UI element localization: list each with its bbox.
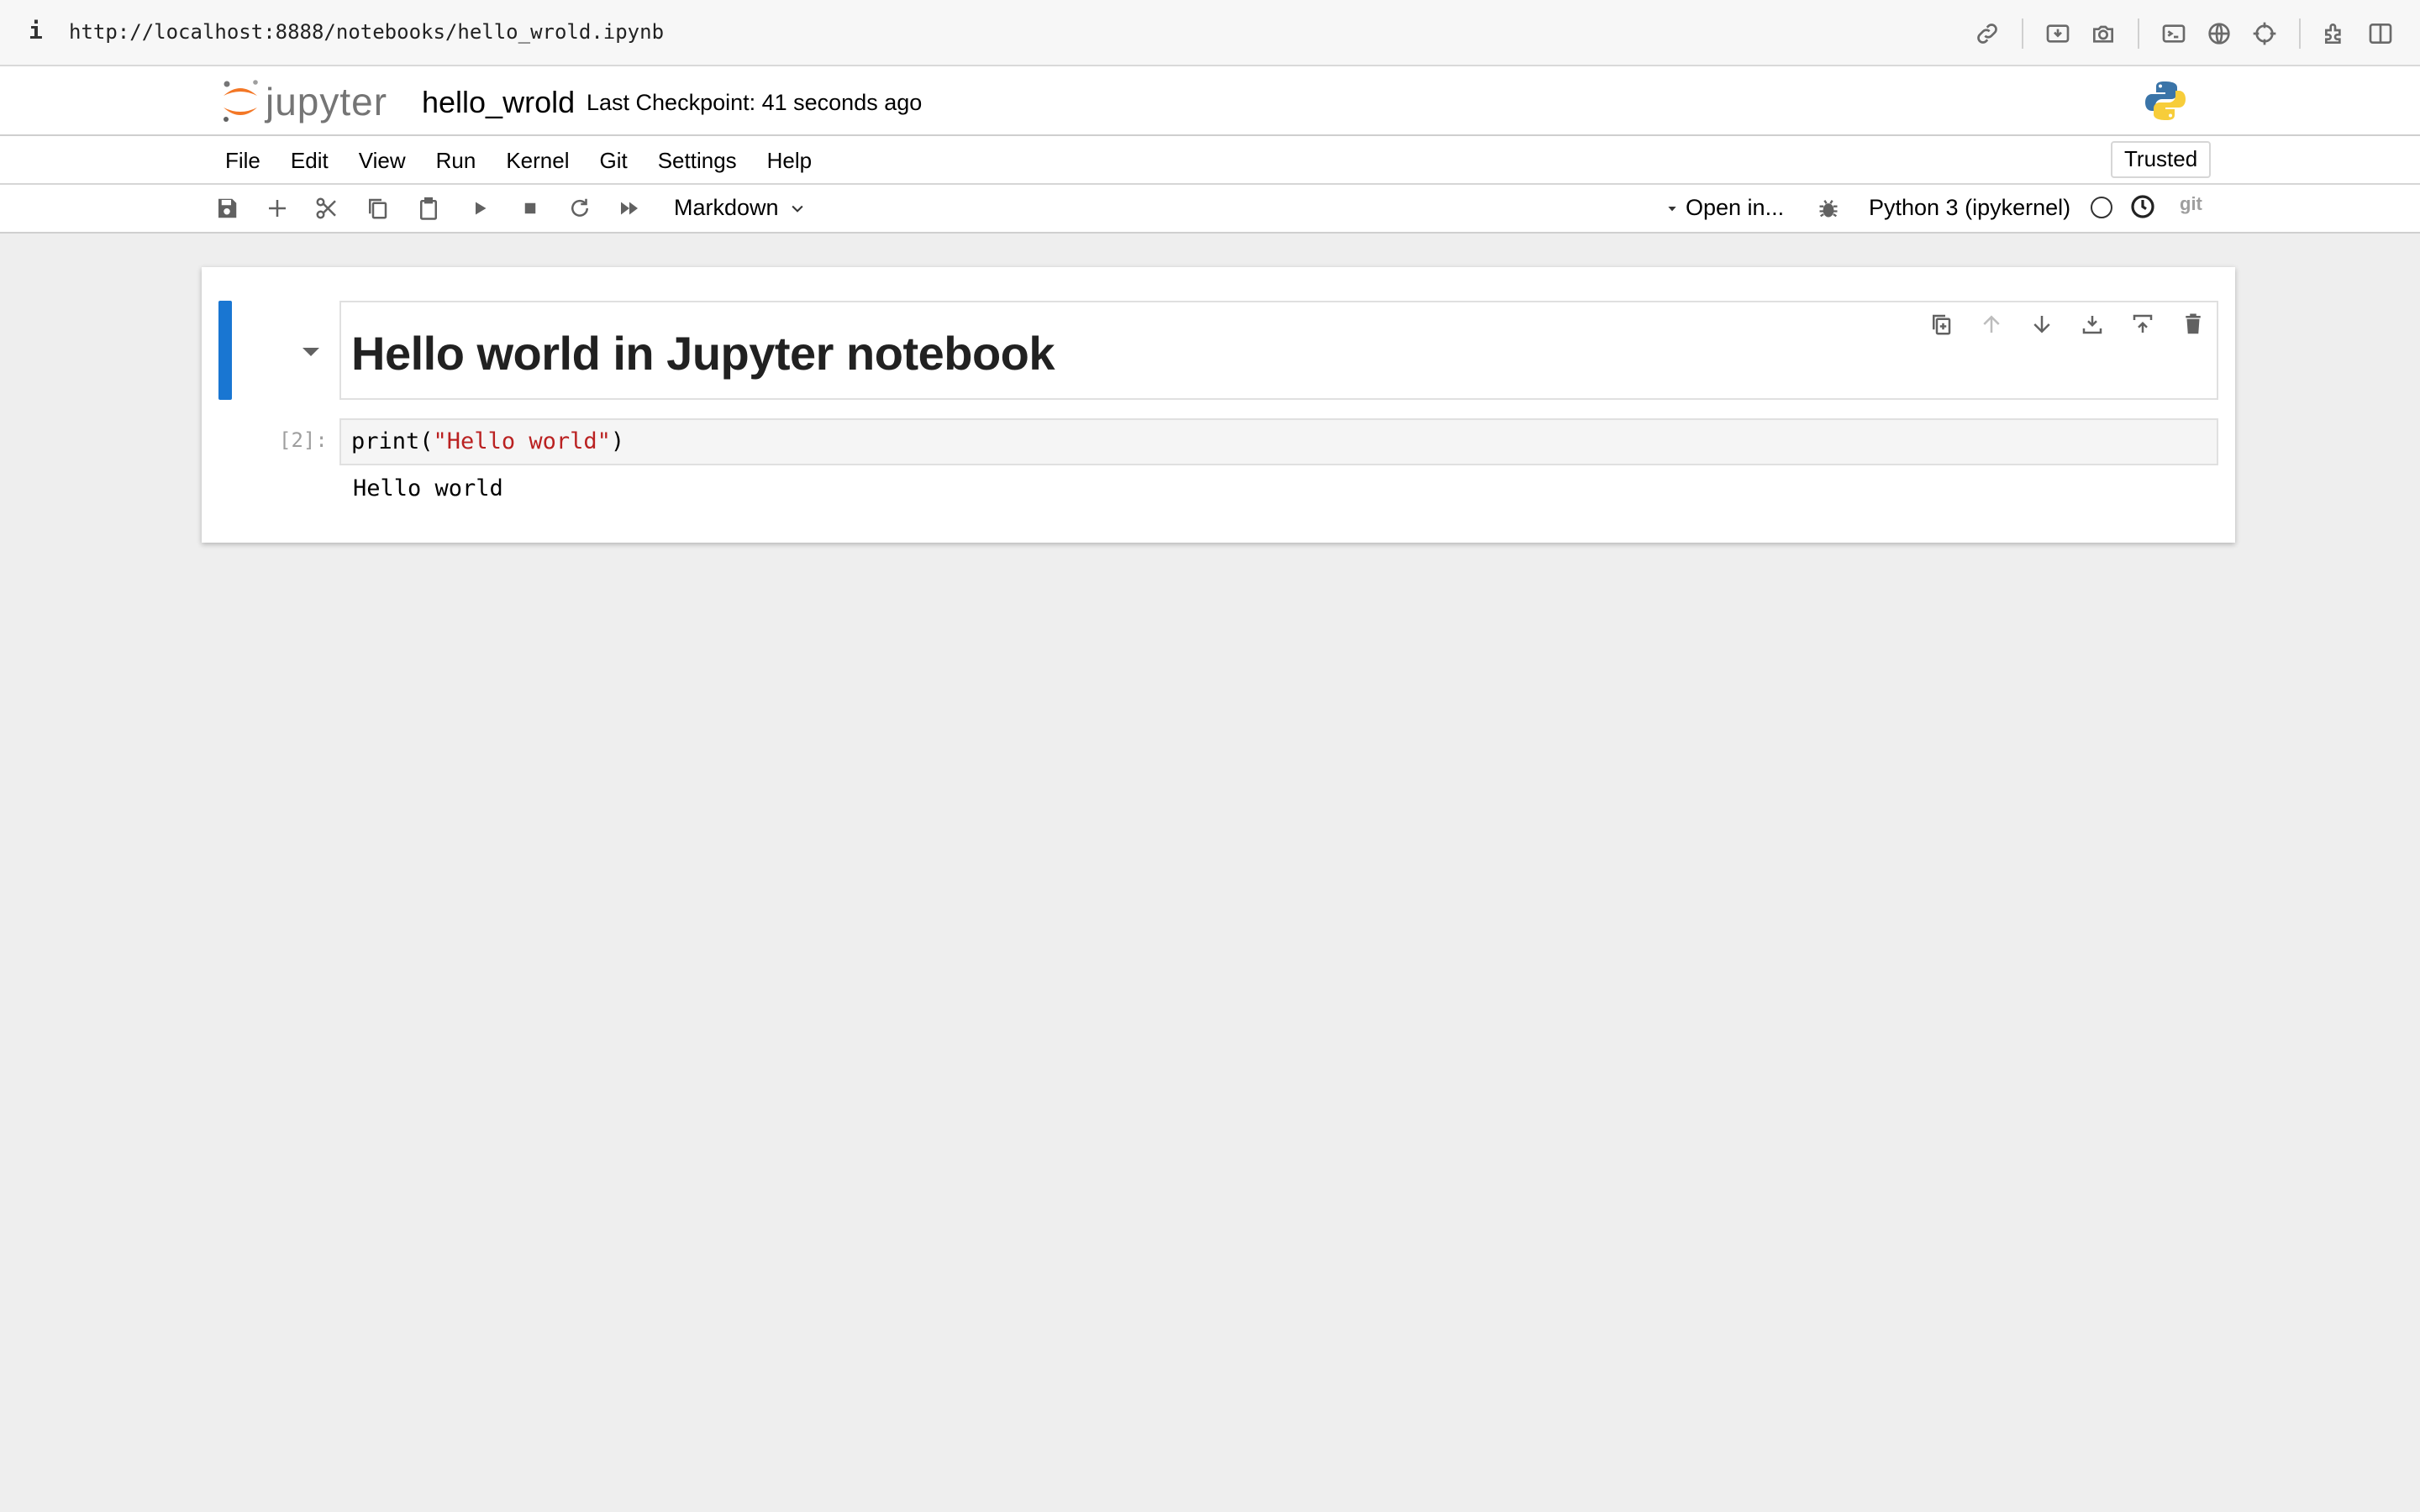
jupyter-logo-icon	[224, 80, 258, 122]
chevron-down-icon	[791, 205, 803, 213]
notebook-panel: Hello world in Jupyter notebook [2]: pri…	[202, 267, 2235, 543]
copy-button[interactable]	[362, 193, 392, 223]
duplicate-cell-button[interactable]	[1926, 309, 1956, 339]
split-view-icon[interactable]	[2358, 15, 2403, 52]
browser-url-bar: i http://localhost:8888/notebooks/hello_…	[0, 0, 2420, 66]
cell-type-select[interactable]: Markdown	[674, 195, 806, 221]
camera-icon[interactable]	[2081, 15, 2126, 52]
open-in-label: Open in...	[1686, 195, 1785, 220]
execution-prompt: [2]:	[279, 428, 328, 452]
insert-below-button[interactable]	[2128, 309, 2158, 339]
toolbar-separator	[2022, 18, 2023, 49]
move-up-button[interactable]	[1976, 309, 2007, 339]
active-cell-collapser[interactable]	[218, 301, 232, 400]
code-string-literal: "Hello world"	[433, 428, 611, 454]
code-function: print(	[351, 428, 434, 454]
git-status[interactable]: git	[2180, 193, 2202, 215]
python-logo-icon	[2145, 81, 2186, 120]
globe-icon[interactable]	[2196, 15, 2242, 52]
import-icon[interactable]	[2035, 15, 2081, 52]
menu-settings[interactable]: Settings	[643, 146, 752, 175]
insert-above-icon	[2082, 316, 2102, 334]
add-cell-icon	[269, 200, 286, 217]
save-icon	[218, 198, 237, 218]
stop-icon	[524, 202, 536, 214]
menu-file[interactable]: File	[225, 146, 276, 175]
toolbar-separator	[2299, 18, 2301, 49]
code-cell-editor[interactable]: print("Hello world")	[339, 418, 2218, 465]
collapse-heading-icon[interactable]	[302, 348, 319, 356]
markdown-cell[interactable]: Hello world in Jupyter notebook	[339, 301, 2218, 400]
notebook-header: jupyter hello_wrold Last Checkpoint: 41 …	[0, 66, 2420, 136]
jupyter-logo-text: jupyter	[266, 80, 388, 123]
interrupt-button[interactable]	[515, 193, 545, 223]
kernel-name[interactable]: Python 3 (ipykernel)	[1869, 195, 2070, 221]
crosshair-icon[interactable]	[2242, 15, 2287, 52]
code-line: print("Hello world")	[351, 428, 624, 454]
browser-toolbar-icons	[1965, 15, 2403, 52]
menu-run[interactable]: Run	[421, 146, 492, 175]
jupyter-logo[interactable]: jupyter	[220, 76, 387, 127]
site-info-icon[interactable]: i	[29, 17, 43, 45]
move-up-icon	[1983, 315, 2000, 333]
url-text[interactable]: http://localhost:8888/notebooks/hello_wr…	[69, 20, 664, 44]
kernel-status-icon	[2091, 197, 2112, 218]
code-paren-close: )	[610, 428, 625, 454]
add-cell-button[interactable]	[262, 193, 292, 223]
cell-type-value: Markdown	[674, 195, 779, 220]
copy-icon	[369, 198, 387, 219]
debugger-bug-icon[interactable]	[1817, 197, 1840, 220]
notebook-title[interactable]: hello_wrold	[422, 85, 575, 120]
delete-cell-icon	[2186, 313, 2201, 334]
menu-git[interactable]: Git	[584, 146, 642, 175]
duplicate-cell-icon	[1933, 314, 1951, 335]
paste-button[interactable]	[413, 193, 444, 223]
run-icon	[476, 202, 487, 215]
menu-view[interactable]: View	[344, 146, 421, 175]
last-checkpoint: Last Checkpoint: 41 seconds ago	[587, 90, 923, 115]
trusted-indicator[interactable]: Trusted	[2111, 141, 2212, 178]
menu-items: File Edit View Run Kernel Git Settings H…	[225, 146, 827, 175]
insert-above-button[interactable]	[2077, 309, 2107, 339]
move-down-icon	[2033, 316, 2050, 333]
fast-forward-icon	[621, 202, 638, 215]
paste-icon	[420, 197, 437, 220]
menu-edit[interactable]: Edit	[276, 146, 344, 175]
clock-icon	[2131, 195, 2154, 218]
menu-help[interactable]: Help	[752, 146, 827, 175]
cell-toolbar	[1926, 309, 2208, 339]
restart-icon	[571, 198, 588, 217]
restart-button[interactable]	[565, 193, 595, 223]
move-down-button[interactable]	[2027, 309, 2057, 339]
menu-bar: File Edit View Run Kernel Git Settings H…	[0, 136, 2420, 185]
run-all-button[interactable]	[614, 193, 644, 223]
extensions-icon[interactable]	[2312, 15, 2358, 52]
menu-kernel[interactable]: Kernel	[491, 146, 584, 175]
markdown-heading: Hello world in Jupyter notebook	[351, 327, 1055, 380]
notebook-toolbar: Markdown Open in... Python 3 (ipykernel)…	[0, 185, 2420, 234]
save-button[interactable]	[212, 193, 242, 223]
open-in-dropdown[interactable]: Open in...	[1665, 195, 1784, 221]
cell-output: Hello world	[353, 475, 503, 501]
caret-down-icon	[1668, 206, 1676, 211]
run-button[interactable]	[465, 193, 495, 223]
link-icon[interactable]	[1965, 15, 2010, 52]
terminal-icon[interactable]	[2151, 15, 2196, 52]
cut-button[interactable]	[312, 193, 342, 223]
toolbar-separator	[2138, 18, 2139, 49]
cut-icon	[316, 197, 336, 219]
insert-below-icon	[2133, 314, 2153, 333]
delete-cell-button[interactable]	[2178, 309, 2208, 339]
